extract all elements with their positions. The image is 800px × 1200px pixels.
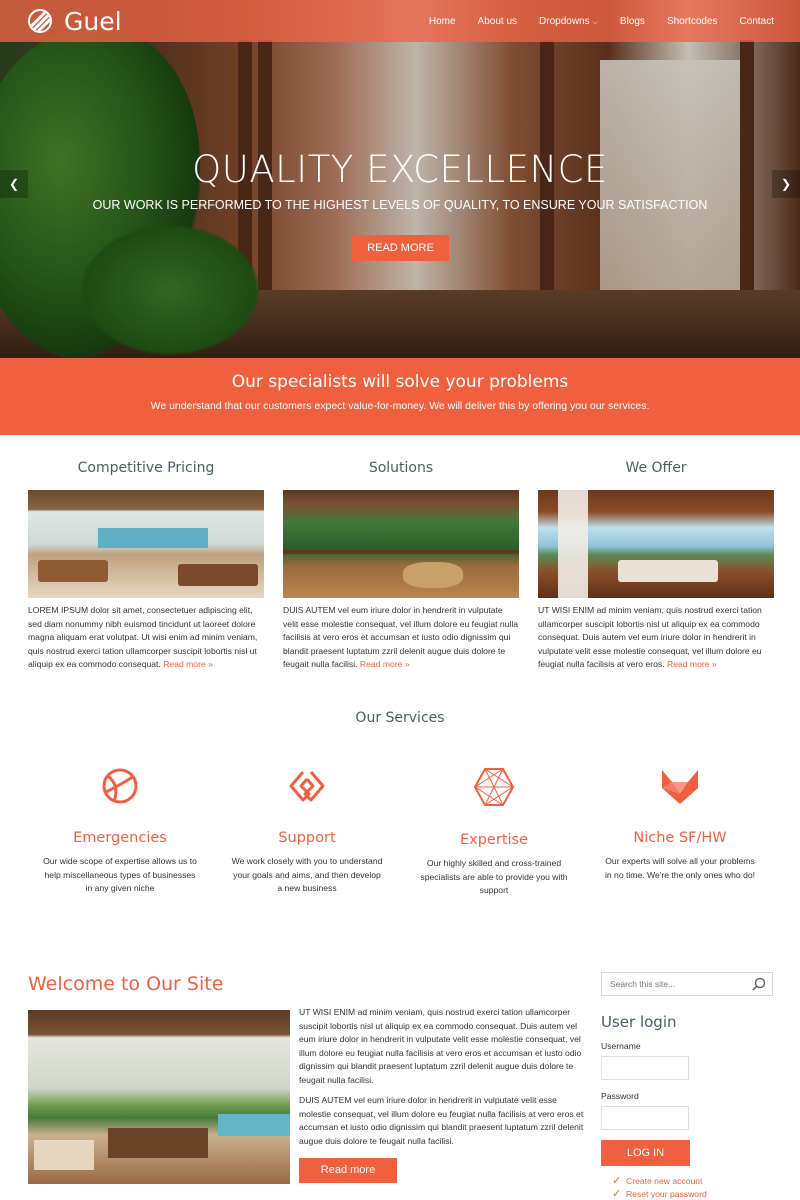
service-text: We work closely with you to understand y… [231, 856, 383, 893]
welcome-text: UT WISI ENIM ad minim veniam, quis nostr… [299, 1006, 584, 1148]
welcome-title: Welcome to Our Site [28, 973, 224, 995]
username-field[interactable] [601, 1056, 689, 1080]
service-title: Emergencies [73, 830, 167, 846]
check-icon: ✓ [612, 1175, 622, 1187]
main-nav: Home About us Dropdowns ⌵ Blogs Shortcode… [407, 0, 774, 42]
login-button[interactable]: LOG IN [601, 1140, 690, 1166]
specialists-banner: Our specialists will solve your problems… [0, 358, 800, 435]
nav-item-shortcodes[interactable]: Shortcodes [667, 16, 718, 27]
hero-title: QUALITY EXCELLENCE [192, 148, 608, 191]
navbar: Guel Home About us Dropdowns ⌵ Blogs Shor… [0, 0, 800, 42]
login-title: User login [601, 1013, 677, 1031]
chevron-right-icon[interactable]: ❯ [772, 170, 800, 198]
hexagon-icon [473, 768, 515, 806]
reset-password-link[interactable]: ✓ Reset your password [612, 1188, 707, 1200]
service-item: Niche SF/HW Our experts will solve all y… [595, 766, 765, 882]
hero-slider: QUALITY EXCELLENCE OUR WORK IS PERFORMED… [0, 0, 800, 358]
service-text: Our wide scope of expertise allows us to… [43, 856, 197, 893]
welcome-read-more-button[interactable]: Read more [299, 1158, 397, 1183]
service-text: Our experts will solve all your problems… [604, 856, 756, 880]
fox-icon [662, 770, 698, 804]
read-more-link[interactable]: Read more » [163, 659, 213, 669]
welcome-image [28, 1010, 290, 1184]
read-more-link[interactable]: Read more » [360, 659, 410, 669]
service-item: Emergencies Our wide scope of expertise … [35, 766, 205, 896]
logo-text[interactable]: Guel [64, 7, 122, 36]
password-label: Password [601, 1091, 639, 1101]
welcome-paragraph: UT WISI ENIM ad minim veniam, quis nostr… [299, 1007, 582, 1085]
service-item: Expertise Our highly skilled and cross-t… [409, 766, 579, 898]
create-account-link[interactable]: ✓ Create new account [612, 1175, 707, 1188]
nav-item-dropdowns[interactable]: Dropdowns ⌵ [539, 16, 598, 27]
search-icon[interactable] [752, 977, 766, 991]
site-search [601, 972, 773, 996]
service-title: Niche SF/HW [633, 830, 727, 846]
feature-text: DUIS AUTEM vel eum iriure dolor in hendr… [283, 605, 519, 670]
password-field[interactable] [601, 1106, 689, 1130]
feature-text: LOREM IPSUM dolor sit amet, consectetuer… [28, 605, 258, 670]
feature-title: Solutions [368, 460, 434, 476]
search-input[interactable] [602, 973, 742, 995]
feature-card: We Offer UT WISI ENIM ad minim veniam, q… [538, 460, 774, 672]
chain-link-icon [289, 771, 325, 802]
welcome-paragraph: DUIS AUTEM vel eum iriure dolor in hendr… [299, 1095, 584, 1146]
hero-subtitle: OUR WORK IS PERFORMED TO THE HIGHEST LEV… [92, 198, 708, 212]
banner-title: Our specialists will solve your problems [231, 372, 569, 392]
account-links: ✓ Create new account ✓ Reset your password [612, 1175, 707, 1200]
check-icon: ✓ [612, 1188, 622, 1200]
chevron-down-icon: ⌵ [592, 18, 598, 26]
feature-title: Competitive Pricing [77, 460, 215, 476]
feature-card: Competitive Pricing LOREM IPSUM dolor si… [28, 460, 264, 672]
service-title: Expertise [459, 832, 529, 848]
hero-read-more-button[interactable]: READ MORE [352, 235, 449, 261]
basketball-icon [102, 768, 138, 804]
logo-icon[interactable] [28, 9, 52, 33]
service-text: Our highly skilled and cross-trained spe… [420, 858, 568, 895]
nav-item-about-us[interactable]: About us [478, 16, 517, 27]
feature-image[interactable] [538, 490, 774, 598]
nav-item-contact[interactable]: Contact [740, 16, 774, 27]
nav-item-home[interactable]: Home [429, 16, 456, 27]
feature-image[interactable] [283, 490, 519, 598]
services-title: Our Services [355, 710, 445, 726]
chevron-left-icon[interactable]: ❮ [0, 170, 28, 198]
feature-card: Solutions DUIS AUTEM vel eum iriure dolo… [283, 460, 519, 672]
feature-text: UT WISI ENIM ad minim veniam, quis nostr… [538, 605, 762, 670]
read-more-link[interactable]: Read more » [667, 659, 717, 669]
service-item: Support We work closely with you to unde… [222, 766, 392, 896]
nav-item-blogs[interactable]: Blogs [620, 16, 645, 27]
username-label: Username [601, 1041, 641, 1051]
feature-title: We Offer [625, 460, 687, 476]
nav-item-label: Dropdowns [539, 15, 590, 27]
feature-image[interactable] [28, 490, 264, 598]
service-title: Support [278, 830, 336, 846]
banner-text: We understand that our customers expect … [150, 400, 650, 412]
